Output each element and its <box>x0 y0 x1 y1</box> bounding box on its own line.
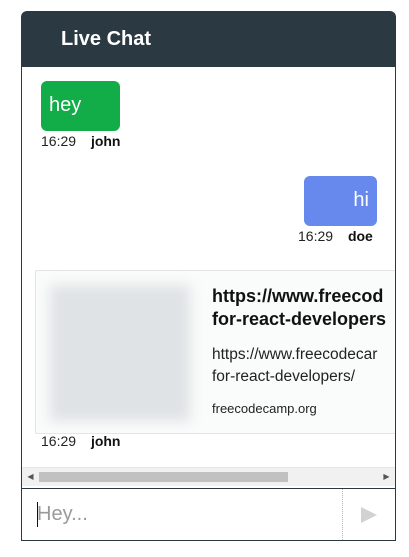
message-meta: 16:29 john <box>41 133 120 149</box>
text-caret <box>37 502 38 527</box>
message-bubble-received: hey <box>41 81 120 131</box>
scroll-right-icon[interactable]: ▶ <box>378 468 395 486</box>
message-meta: 16:29 doe <box>298 228 373 244</box>
composer <box>21 488 396 541</box>
message-time: 16:29 <box>41 133 77 149</box>
message-time: 16:29 <box>41 433 77 449</box>
link-preview-thumbnail <box>50 285 190 421</box>
scroll-left-icon[interactable]: ◀ <box>22 468 39 486</box>
message-input[interactable] <box>22 489 342 540</box>
chat-header: Live Chat <box>21 11 396 67</box>
link-preview-title-line: https://www.freecod <box>212 286 384 306</box>
link-preview-title[interactable]: https://www.freecod for-react-developers <box>212 285 395 331</box>
message-time: 16:29 <box>298 228 334 244</box>
send-triangle-icon <box>361 506 377 523</box>
message-user: john <box>90 433 121 449</box>
link-preview-description-line: for-react-developers/ <box>212 368 356 385</box>
message-user: john <box>90 133 121 149</box>
send-button[interactable] <box>343 489 395 540</box>
message-meta: 16:29 john <box>41 433 120 449</box>
link-preview-description-line: https://www.freecodecar <box>212 346 378 363</box>
message-bubble-sent: hi <box>304 176 377 226</box>
link-preview-description: https://www.freecodecar for-react-develo… <box>212 344 395 388</box>
link-preview-card[interactable]: https://www.freecod for-react-developers… <box>35 270 395 434</box>
chat-title: Live Chat <box>61 28 152 50</box>
link-preview-title-line: for-react-developers <box>212 309 387 329</box>
link-preview-domain: freecodecamp.org <box>212 401 317 416</box>
horizontal-scrollbar[interactable]: ◀ ▶ <box>22 467 395 486</box>
message-user: doe <box>347 228 373 244</box>
scrollbar-thumb[interactable] <box>39 472 288 482</box>
message-list[interactable]: hey 16:29 john hi 16:29 doe https://www.… <box>21 67 396 488</box>
